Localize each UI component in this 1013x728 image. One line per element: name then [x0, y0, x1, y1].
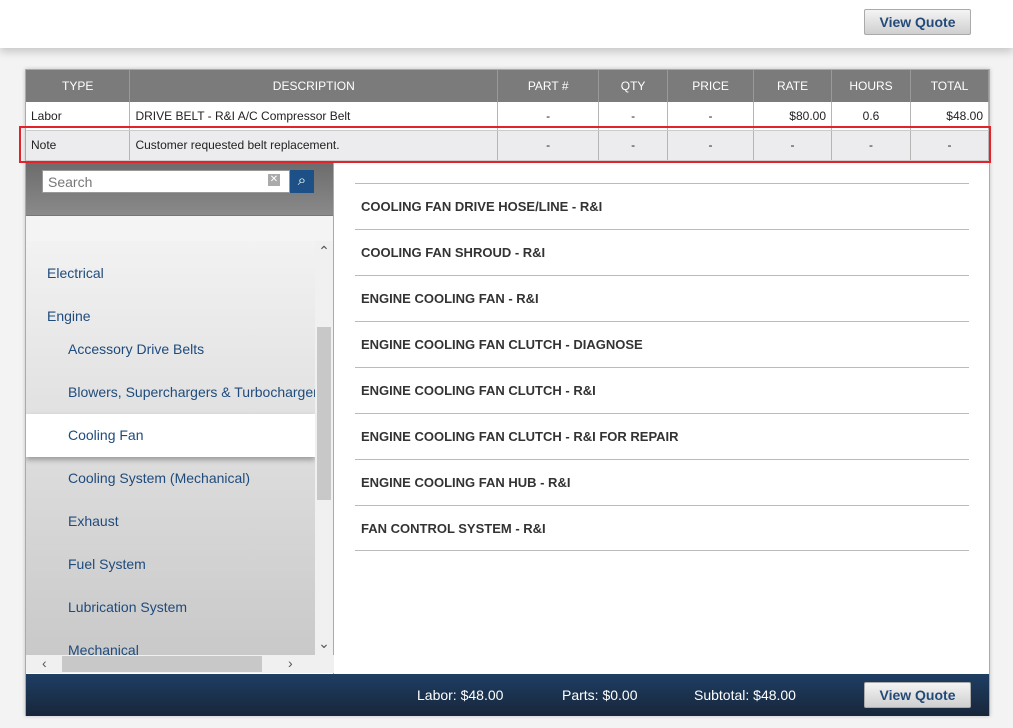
cell-type: Labor: [26, 102, 131, 131]
col-type: TYPE: [26, 70, 131, 102]
subcategory-item[interactable]: Cooling System (Mechanical): [26, 457, 315, 500]
cell-qty: -: [598, 130, 669, 161]
operation-list: COOLING FAN DRIVE HOSE/LINE - R&I COOLIN…: [355, 183, 969, 551]
chevron-up-icon[interactable]: ⌃: [315, 241, 333, 261]
estimate-table: TYPE DESCRIPTION PART # QTY PRICE RATE H…: [26, 70, 990, 161]
operation-item[interactable]: COOLING FAN SHROUD - R&I: [355, 229, 969, 275]
subcategory-item-selected[interactable]: Cooling Fan: [26, 414, 315, 457]
horizontal-scrollbar[interactable]: ‹ ›: [26, 655, 334, 673]
col-description: DESCRIPTION: [129, 70, 499, 102]
cell-description: Customer requested belt replacement.: [129, 130, 499, 161]
totals-footer: Labor: $48.00 Parts: $0.00 Subtotal: $48…: [26, 674, 989, 716]
category-sidebar: Search ✕ ⌕ Electrical Engine Accessory D…: [26, 163, 334, 674]
scroll-thumb-h[interactable]: [62, 656, 262, 672]
cell-description: DRIVE BELT - R&I A/C Compressor Belt: [129, 102, 499, 131]
cell-qty: -: [598, 102, 669, 131]
col-rate: RATE: [753, 70, 832, 102]
cell-total: $48.00: [910, 102, 990, 131]
operation-item[interactable]: ENGINE COOLING FAN HUB - R&I: [355, 459, 969, 505]
subcategory-item[interactable]: Accessory Drive Belts: [26, 328, 315, 371]
col-price: PRICE: [667, 70, 755, 102]
chevron-left-icon[interactable]: ‹: [42, 655, 47, 671]
search-icon: ⌕: [297, 172, 307, 189]
cell-price: -: [667, 102, 755, 131]
operation-item[interactable]: COOLING FAN DRIVE HOSE/LINE - R&I: [355, 183, 969, 229]
view-quote-button-top[interactable]: View Quote: [864, 9, 971, 35]
search-input[interactable]: Search: [42, 170, 290, 193]
spacer: [26, 215, 333, 241]
category-list: Electrical Engine Accessory Drive Belts …: [26, 241, 315, 655]
vertical-scrollbar[interactable]: ⌃ ⌄: [315, 241, 333, 655]
subcategory-item[interactable]: Fuel System: [26, 543, 315, 586]
scroll-thumb[interactable]: [317, 327, 331, 500]
table-row-note[interactable]: Note Customer requested belt replacement…: [26, 130, 990, 161]
operation-item[interactable]: FAN CONTROL SYSTEM - R&I: [355, 505, 969, 551]
search-button[interactable]: ⌕: [290, 170, 314, 193]
cell-rate: $80.00: [753, 102, 832, 131]
col-qty: QTY: [598, 70, 669, 102]
col-hours: HOURS: [831, 70, 911, 102]
chevron-right-icon[interactable]: ›: [288, 655, 293, 671]
col-part: PART #: [497, 70, 600, 102]
cell-hours: -: [831, 130, 911, 161]
estimate-panel: TYPE DESCRIPTION PART # QTY PRICE RATE H…: [25, 69, 990, 716]
cell-rate: -: [753, 130, 832, 161]
subcategory-item[interactable]: Exhaust: [26, 500, 315, 543]
cell-part: -: [497, 130, 600, 161]
search-bar: Search ✕ ⌕: [26, 163, 333, 215]
cell-price: -: [667, 130, 755, 161]
operation-item[interactable]: ENGINE COOLING FAN CLUTCH - R&I: [355, 367, 969, 413]
labor-total: Labor: $48.00: [417, 687, 504, 703]
top-bar: View Quote: [0, 0, 1013, 48]
subcategory-item[interactable]: Mechanical: [26, 629, 315, 655]
subtotal: Subtotal: $48.00: [694, 687, 796, 703]
chevron-down-icon[interactable]: ⌄: [315, 635, 333, 655]
parts-total: Parts: $0.00: [562, 687, 638, 703]
subcategory-item[interactable]: Blowers, Superchargers & Turbochargers: [26, 371, 315, 414]
clear-icon[interactable]: ✕: [268, 174, 280, 186]
table-row[interactable]: Labor DRIVE BELT - R&I A/C Compressor Be…: [26, 102, 990, 131]
category-electrical[interactable]: Electrical: [26, 252, 315, 295]
operation-item[interactable]: ENGINE COOLING FAN CLUTCH - DIAGNOSE: [355, 321, 969, 367]
operation-item[interactable]: ENGINE COOLING FAN CLUTCH - R&I FOR REPA…: [355, 413, 969, 459]
view-quote-button[interactable]: View Quote: [864, 682, 971, 708]
cell-part: -: [497, 102, 600, 131]
cell-type: Note: [26, 130, 131, 161]
col-total: TOTAL: [910, 70, 990, 102]
operation-item[interactable]: ENGINE COOLING FAN - R&I: [355, 275, 969, 321]
cell-total: -: [910, 130, 990, 161]
subcategory-item[interactable]: Lubrication System: [26, 586, 315, 629]
cell-hours: 0.6: [831, 102, 911, 131]
